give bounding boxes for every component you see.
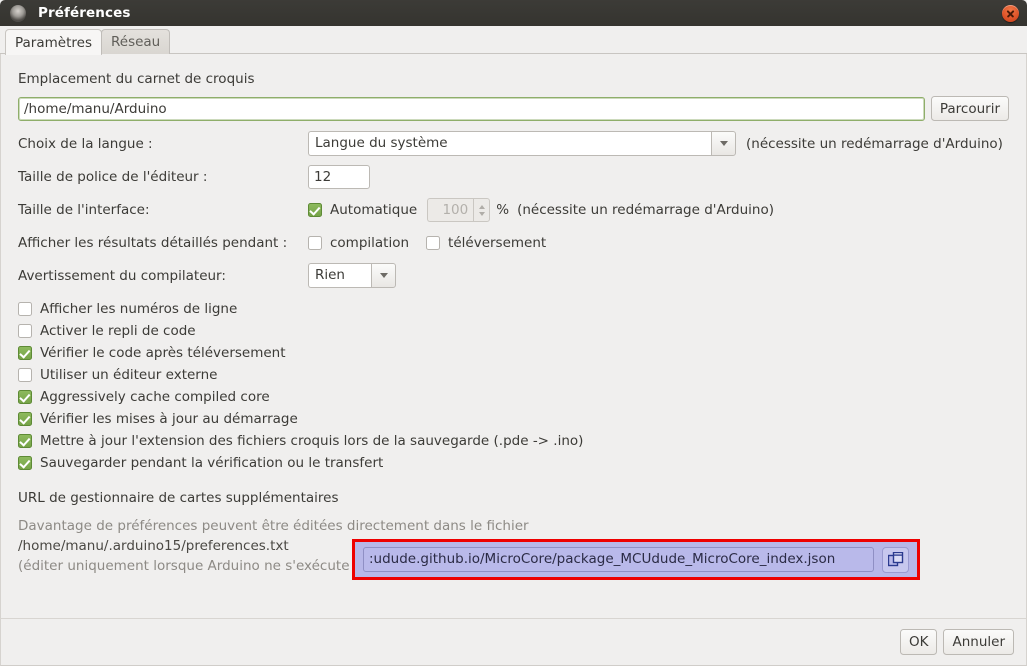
verbose-compile-checkbox[interactable] [308,236,322,250]
list-item[interactable]: Activer le repli de code [18,320,1009,342]
app-icon [10,5,26,21]
verbose-compile-label: compilation [330,235,409,251]
options-checkbox-list: Afficher les numéros de ligne Activer le… [18,298,1009,474]
tab-reseau[interactable]: Réseau [101,29,170,54]
warnings-select[interactable]: Rien [308,263,396,288]
list-item[interactable]: Afficher les numéros de ligne [18,298,1009,320]
sketchbook-row: Parcourir [18,96,1009,121]
language-select[interactable]: Langue du système [308,131,736,156]
language-select-value: Langue du système [308,131,711,156]
chevron-down-icon[interactable] [711,131,736,156]
percent-label: % [496,202,509,218]
list-item[interactable]: Utiliser un éditeur externe [18,364,1009,386]
tab-parametres[interactable]: Paramètres [5,29,102,55]
warnings-label: Avertissement du compilateur: [18,268,308,284]
checkbox-line-numbers[interactable] [18,302,32,316]
note-line-1: Davantage de préférences peuvent être éd… [18,516,1009,536]
open-window-glyph [888,552,904,567]
open-window-icon[interactable] [882,547,909,573]
interface-auto-label: Automatique [330,202,417,218]
chevron-down-glyph [380,273,388,278]
chevron-down-icon[interactable] [371,263,396,288]
warnings-row: Avertissement du compilateur: Rien [18,263,1009,288]
checkbox-label: Utiliser un éditeur externe [40,367,217,383]
checkbox-verify-after-upload[interactable] [18,346,32,360]
sketchbook-label-row: Emplacement du carnet de croquis [18,68,1009,90]
interface-scale-stepper[interactable]: 100 [427,198,490,222]
interface-scale-row: Taille de l'interface: Automatique 100 %… [18,198,1009,222]
preferences-window: Préférences Paramètres Réseau Emplacemen… [0,0,1027,666]
checkbox-code-folding[interactable] [18,324,32,338]
checkbox-label: Activer le repli de code [40,323,196,339]
chevron-up-icon[interactable] [479,205,485,209]
list-item[interactable]: Aggressively cache compiled core [18,386,1009,408]
chevron-down-glyph [720,141,728,146]
language-restart-note: (nécessite un redémarrage d'Arduino) [746,136,1003,152]
language-label: Choix de la langue : [18,136,308,152]
checkbox-external-editor[interactable] [18,368,32,382]
checkbox-label: Sauvegarder pendant la vérification ou l… [40,455,383,471]
dialog-footer: OK Annuler [0,618,1027,666]
font-size-label: Taille de police de l'éditeur : [18,169,308,185]
checkbox-label: Aggressively cache compiled core [40,389,270,405]
title-bar: Préférences [0,0,1027,26]
checkbox-label: Afficher les numéros de ligne [40,301,237,317]
interface-auto-checkbox[interactable] [308,203,322,217]
cancel-button[interactable]: Annuler [943,629,1014,655]
checkbox-save-on-verify[interactable] [18,456,32,470]
ok-button[interactable]: OK [900,629,937,655]
list-item[interactable]: Sauvegarder pendant la vérification ou l… [18,452,1009,474]
window-title: Préférences [38,5,130,21]
verbose-row: Afficher les résultats détaillés pendant… [18,232,1009,254]
board-urls-highlight [352,539,920,580]
list-item[interactable]: Vérifier le code après téléversement [18,342,1009,364]
verbose-upload-label: téléversement [448,235,546,251]
language-row: Choix de la langue : Langue du système (… [18,131,1009,156]
interface-scale-value: 100 [427,198,473,222]
list-item[interactable]: Mettre à jour l'extension des fichiers c… [18,430,1009,452]
list-item[interactable]: Vérifier les mises à jour au démarrage [18,408,1009,430]
settings-panel: Emplacement du carnet de croquis Parcour… [0,54,1027,618]
checkbox-label: Mettre à jour l'extension des fichiers c… [40,433,583,449]
sketchbook-label: Emplacement du carnet de croquis [18,71,254,87]
spacer [18,288,1009,296]
warnings-select-value: Rien [308,263,371,288]
tab-strip: Paramètres Réseau [0,26,1027,54]
verbose-label: Afficher les résultats détaillés pendant… [18,235,308,251]
font-size-input[interactable] [308,165,370,189]
font-size-row: Taille de police de l'éditeur : [18,165,1009,189]
board-urls-row: URL de gestionnaire de cartes supplément… [18,487,1009,509]
close-icon[interactable] [1002,5,1019,22]
stepper-arrows[interactable] [473,198,490,222]
interface-restart-note: (nécessite un redémarrage d'Arduino) [517,202,774,218]
checkbox-cache-core[interactable] [18,390,32,404]
checkbox-label: Vérifier les mises à jour au démarrage [40,411,298,427]
verbose-upload-checkbox[interactable] [426,236,440,250]
interface-scale-label: Taille de l'interface: [18,202,308,218]
board-urls-input[interactable] [363,547,874,572]
browse-button[interactable]: Parcourir [931,96,1009,121]
chevron-down-icon[interactable] [479,212,485,216]
board-urls-label: URL de gestionnaire de cartes supplément… [18,490,338,506]
checkbox-check-updates[interactable] [18,412,32,426]
checkbox-label: Vérifier le code après téléversement [40,345,286,361]
sketchbook-path-input[interactable] [18,97,925,121]
checkbox-update-extension[interactable] [18,434,32,448]
